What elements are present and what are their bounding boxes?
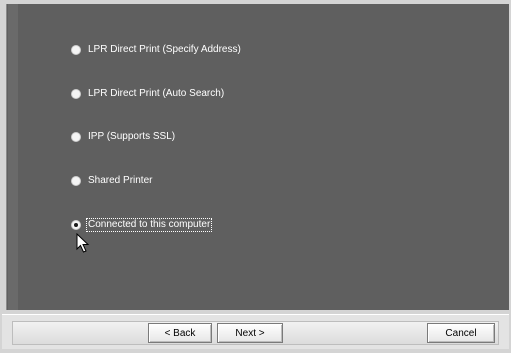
next-button[interactable]: Next > — [217, 323, 283, 343]
connection-options-list: LPR Direct Print (Specify Address) LPR D… — [7, 4, 509, 310]
option-ipp-ssl[interactable]: IPP (Supports SSL) — [71, 128, 176, 146]
back-button[interactable]: < Back — [148, 323, 212, 343]
option-label: IPP (Supports SSL) — [88, 131, 176, 142]
installer-window: LPR Direct Print (Specify Address) LPR D… — [0, 0, 511, 353]
option-label: Shared Printer — [88, 175, 153, 186]
radio-button-selected[interactable] — [71, 220, 81, 230]
option-shared-printer[interactable]: Shared Printer — [71, 172, 153, 190]
option-connected-to-this-computer[interactable]: Connected to this computer — [71, 216, 213, 234]
panel-left-stripe — [8, 4, 18, 310]
option-label: LPR Direct Print (Auto Search) — [88, 88, 225, 99]
option-label: LPR Direct Print (Specify Address) — [88, 44, 241, 55]
radio-button[interactable] — [71, 45, 81, 55]
option-lpr-auto-search[interactable]: LPR Direct Print (Auto Search) — [71, 85, 225, 103]
radio-button[interactable] — [71, 176, 81, 186]
option-lpr-specify-address[interactable]: LPR Direct Print (Specify Address) — [71, 41, 242, 59]
connection-options-panel: LPR Direct Print (Specify Address) LPR D… — [6, 4, 509, 310]
cancel-button[interactable]: Cancel — [427, 323, 495, 343]
radio-button[interactable] — [71, 89, 81, 99]
mouse-pointer-icon — [76, 233, 90, 253]
radio-button[interactable] — [71, 132, 81, 142]
wizard-button-bar: < Back Next > Cancel — [2, 314, 509, 349]
option-label: Connected to this computer — [85, 218, 213, 232]
